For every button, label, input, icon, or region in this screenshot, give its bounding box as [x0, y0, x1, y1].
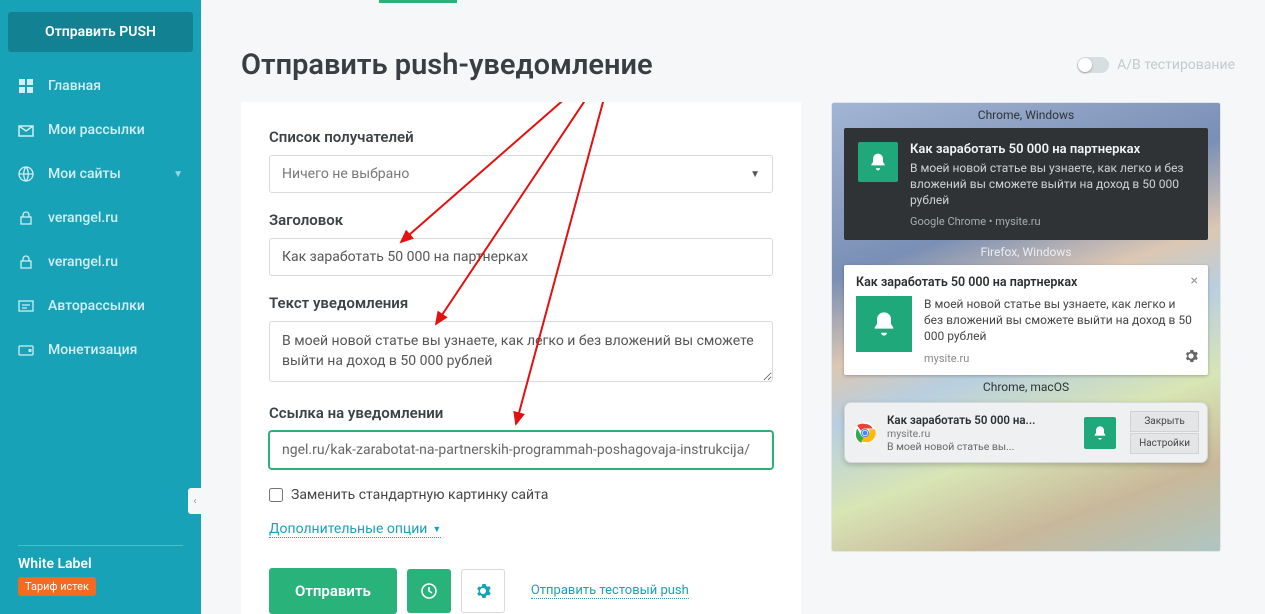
- sidebar-item-home[interactable]: Главная: [0, 64, 201, 108]
- sidebar: Отправить PUSH Главная Мои рассылки Мои …: [0, 0, 201, 614]
- send-test-link[interactable]: Отправить тестовый push: [531, 583, 689, 599]
- preview-body: В моей новой статье вы узнаете, как легк…: [910, 160, 1194, 209]
- sidebar-item-label: Мои сайты: [48, 166, 121, 182]
- preview-label-chrome-win: Chrome, Windows: [832, 103, 1220, 126]
- sidebar-item-label: Мои рассылки: [48, 122, 145, 138]
- ab-testing-label: А/В тестирование: [1117, 57, 1235, 73]
- recipients-value: Ничего не выбрано: [282, 166, 409, 182]
- main-content: Отправить push-уведомление А/В тестирова…: [201, 0, 1265, 614]
- sidebar-item-autosend[interactable]: Авторассылки: [0, 284, 201, 328]
- sidebar-item-site-2[interactable]: verangel.ru: [0, 240, 201, 284]
- close-icon[interactable]: ×: [1191, 273, 1198, 289]
- bell-icon: [858, 142, 898, 182]
- preview-title: Как заработать 50 000 на...: [887, 413, 1074, 427]
- bell-icon: [1084, 417, 1116, 449]
- preview-body: В моей новой статье вы...: [887, 440, 1074, 453]
- dashboard-icon: [18, 78, 34, 94]
- advanced-options-label: Дополнительные опции: [269, 521, 427, 537]
- page-title: Отправить push-уведомление: [241, 48, 653, 82]
- preview-chrome-macos: Как заработать 50 000 на... mysite.ru В …: [844, 402, 1208, 463]
- wallet-icon: [18, 342, 34, 358]
- preview-label-chrome-mac: Chrome, macOS: [832, 375, 1220, 398]
- preview-title: Как заработать 50 000 на партнерках: [910, 142, 1194, 157]
- recipients-select[interactable]: Ничего не выбрано ▼: [269, 155, 773, 193]
- caret-down-icon: ▼: [432, 524, 441, 535]
- sidebar-item-monetization[interactable]: Монетизация: [0, 328, 201, 372]
- tariff-badge: Тариф истек: [18, 577, 96, 596]
- link-label: Ссылка на уведомлении: [269, 404, 773, 422]
- settings-button[interactable]: [461, 569, 505, 613]
- gear-icon[interactable]: [1184, 348, 1198, 367]
- push-form-panel: Список получателей Ничего не выбрано ▼ З…: [241, 102, 801, 614]
- send-push-button[interactable]: Отправить PUSH: [8, 12, 193, 52]
- preview-label-firefox-win: Firefox, Windows: [832, 240, 1220, 263]
- sidebar-item-site-1[interactable]: verangel.ru: [0, 196, 201, 240]
- white-label-link[interactable]: White Label: [18, 556, 183, 572]
- lock-icon: [18, 211, 34, 225]
- outbox-icon: [18, 122, 34, 138]
- toggle-switch-icon: [1077, 57, 1109, 73]
- preview-chrome-windows: Как заработать 50 000 на партнерках В мо…: [844, 128, 1208, 240]
- preview-title: Как заработать 50 000 на партнерках: [856, 275, 1196, 290]
- schedule-button[interactable]: [407, 569, 451, 613]
- replace-image-label: Заменить стандартную картинку сайта: [291, 487, 548, 503]
- replace-image-checkbox-row[interactable]: Заменить стандартную картинку сайта: [269, 487, 773, 503]
- preview-source: mysite.ru: [924, 352, 1196, 365]
- sidebar-item-campaigns[interactable]: Мои рассылки: [0, 108, 201, 152]
- sidebar-footer: White Label Тариф истек: [0, 531, 201, 614]
- body-label: Текст уведомления: [269, 294, 773, 312]
- preview-body: В моей новой статье вы узнаете, как легк…: [924, 296, 1196, 345]
- advanced-options-toggle[interactable]: Дополнительные опции ▼: [269, 521, 441, 538]
- sidebar-item-label: Авторассылки: [48, 298, 145, 314]
- ab-testing-toggle[interactable]: А/В тестирование: [1077, 57, 1235, 73]
- mac-close-button[interactable]: Закрыть: [1130, 411, 1199, 432]
- lock-icon: [18, 255, 34, 269]
- autosend-icon: [18, 298, 34, 314]
- title-label: Заголовок: [269, 211, 773, 229]
- preview-pane: Chrome, Windows Как заработать 50 000 на…: [831, 102, 1221, 552]
- chrome-icon: [853, 421, 877, 445]
- preview-source: Google Chrome • mysite.ru: [910, 215, 1194, 228]
- body-textarea[interactable]: В моей новой статье вы узнаете, как легк…: [269, 321, 773, 382]
- chevron-down-icon: ▼: [173, 169, 183, 180]
- link-input[interactable]: [269, 431, 773, 469]
- sidebar-item-label: Монетизация: [48, 342, 137, 358]
- active-tab-indicator: [379, 0, 457, 3]
- sidebar-item-label: verangel.ru: [48, 254, 118, 270]
- bell-icon: [856, 296, 912, 352]
- mac-settings-button[interactable]: Настройки: [1130, 433, 1199, 454]
- preview-firefox-windows: Как заработать 50 000 на партнерках × В …: [844, 265, 1208, 376]
- globe-icon: [18, 166, 34, 182]
- title-input[interactable]: [269, 238, 773, 276]
- sidebar-item-label: verangel.ru: [48, 210, 118, 226]
- preview-source: mysite.ru: [887, 427, 1074, 440]
- sidebar-item-label: Главная: [48, 78, 101, 94]
- send-button[interactable]: Отправить: [269, 568, 397, 614]
- caret-down-icon: ▼: [750, 169, 760, 180]
- replace-image-checkbox[interactable]: [269, 488, 283, 502]
- recipients-label: Список получателей: [269, 128, 773, 146]
- collapse-sidebar-button[interactable]: ‹: [188, 488, 202, 514]
- sidebar-item-sites[interactable]: Мои сайты ▼: [0, 152, 201, 196]
